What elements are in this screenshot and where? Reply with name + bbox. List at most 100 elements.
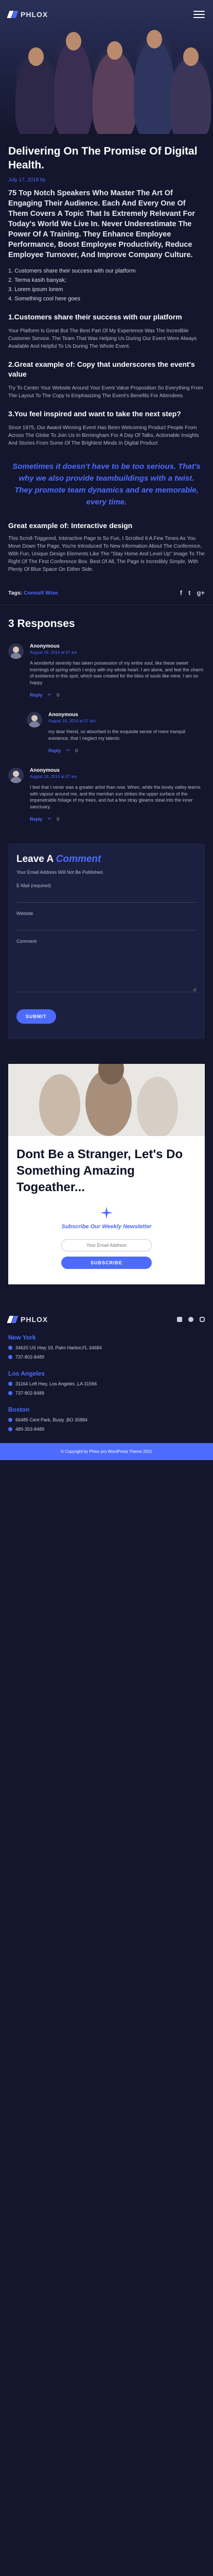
submit-button[interactable]: SUBMIT xyxy=(16,1009,56,1024)
top-bar: PHLOX xyxy=(0,0,213,29)
section-text: Your Platform Is Great But The Best Part… xyxy=(8,328,197,349)
location-icon xyxy=(8,1346,12,1350)
facebook-icon[interactable]: f xyxy=(180,589,182,597)
footer-logo[interactable]: PHLOX xyxy=(7,1315,48,1324)
list-item: 4. Something cool here goes xyxy=(8,296,81,302)
avatar xyxy=(8,643,24,659)
logo-text: PHLOX xyxy=(21,10,48,19)
facebook-icon[interactable] xyxy=(177,1317,182,1322)
comments-section: 3 Responses Anonymous August 18, 2014 at… xyxy=(0,605,213,829)
comment-text: I feel that I never was a greater artist… xyxy=(30,785,201,809)
comment-textarea[interactable] xyxy=(16,946,197,992)
responses-title: 3 Responses xyxy=(8,618,75,630)
newsletter-card: Dont Be a Stranger, Let's Do Something A… xyxy=(8,1064,205,1284)
website-field[interactable] xyxy=(16,918,197,930)
list-item: 3. Lorem ipsum lorem xyxy=(8,286,63,293)
comment-author: Anonymous xyxy=(48,712,78,718)
tags-label: Tags: xyxy=(8,589,23,596)
twitter-icon[interactable] xyxy=(188,1317,193,1322)
reply-button[interactable]: Reply xyxy=(30,692,43,698)
comment-label: Comment xyxy=(16,939,37,944)
comment-form: Leave A Comment Your Email Address Will … xyxy=(8,843,205,1039)
office-city: Los Angeles xyxy=(8,1370,45,1377)
comment-form-note: Your Email Address Will Not Be Published… xyxy=(16,870,104,875)
footer-logo-text: PHLOX xyxy=(21,1315,48,1324)
pull-quote: Sometimes it doesn't have to be too seri… xyxy=(12,462,201,506)
comment-form-title-prefix: Leave A xyxy=(16,854,56,865)
comment-form-title-accent: Comment xyxy=(56,854,101,865)
newsletter-title: Dont Be a Stranger, Let's Do Something A… xyxy=(16,1147,183,1194)
instagram-icon[interactable] xyxy=(200,1317,205,1322)
reply-button[interactable]: Reply xyxy=(48,748,61,753)
comment-text: my dear friend, so absorbed in the exqui… xyxy=(48,729,186,741)
website-label: Website xyxy=(16,911,33,916)
office-address: 34620 US Hwy 19, Palm Harbor,FL 34684 xyxy=(15,1345,102,1350)
phlox-logo-icon xyxy=(7,1316,19,1323)
comment-author: Anonymous xyxy=(30,768,60,773)
section-text: Try To Center Your Website Around Your E… xyxy=(8,385,203,399)
phone-icon xyxy=(8,1355,12,1359)
site-logo[interactable]: PHLOX xyxy=(7,10,48,19)
menu-icon[interactable] xyxy=(193,11,205,18)
reply-arrow-icon: ↩ xyxy=(47,816,52,821)
section-heading: 2.Great example of: Copy that underscore… xyxy=(8,360,195,378)
share-links: f t g+ xyxy=(180,589,205,597)
newsletter-image xyxy=(8,1064,205,1136)
google-plus-icon[interactable]: g+ xyxy=(197,589,205,597)
tags: Tags: Consult Wise xyxy=(8,590,58,596)
comment-date[interactable]: August 18, 2014 at 07 am xyxy=(30,774,205,779)
post-date[interactable]: July 17, 2018 by xyxy=(8,177,205,183)
comment-form-title: Leave A Comment xyxy=(16,854,197,865)
avatar xyxy=(8,768,24,783)
reply-button[interactable]: Reply xyxy=(30,817,43,822)
comment: Anonymous August 18, 2014 at 07 am I fee… xyxy=(0,760,213,829)
site-header: PHLOX xyxy=(0,0,213,134)
reply-count: 0 xyxy=(57,816,60,822)
comment-author: Anonymous xyxy=(30,643,60,649)
site-footer: PHLOX New York 34620 US Hwy 19, Palm Har… xyxy=(0,1303,213,1460)
social-icons xyxy=(177,1317,205,1322)
comment-text: A wonderful serenity has taken possessio… xyxy=(30,660,204,685)
location-icon xyxy=(8,1418,12,1422)
tag-share-row: Tags: Consult Wise f t g+ xyxy=(0,581,213,605)
section-heading: Great example of: Interactive design xyxy=(8,521,133,530)
sparkle-icon xyxy=(100,1206,113,1219)
avatar xyxy=(27,712,42,727)
lead-list: 1. Customers share their success with ou… xyxy=(8,267,205,303)
subscribe-button[interactable]: SUBSCRIBE xyxy=(61,1257,152,1269)
reply-arrow-icon: ↩ xyxy=(66,748,70,753)
office-phone[interactable]: 737-802-8489 xyxy=(15,1391,44,1396)
office-phone[interactable]: 737-802-8489 xyxy=(15,1354,44,1360)
comment: Anonymous August 18, 2014 at 07 am A won… xyxy=(0,636,213,705)
section-text: This Scroll-Triggered, Interactive Page … xyxy=(8,536,205,572)
copyright-bar: © Copyright by Phlox pro WordPress Theme… xyxy=(0,1443,213,1460)
newsletter-email-input[interactable] xyxy=(61,1239,152,1251)
article: Delivering On The Promise Of Digital Hea… xyxy=(0,134,213,573)
comment-date[interactable]: August 18, 2014 at 07 am xyxy=(48,719,205,723)
reply-count: 0 xyxy=(75,748,78,753)
office-city: Boston xyxy=(8,1406,30,1413)
reply-arrow-icon: ↩ xyxy=(47,692,52,697)
phone-icon xyxy=(8,1427,12,1431)
office-city: New York xyxy=(8,1334,36,1341)
section-text: Since 1975, Our Award-Winning Event Has … xyxy=(8,425,199,446)
office-los-angeles: Los Angeles 31164 Loft Hwy, Los Angeles … xyxy=(8,1370,205,1396)
twitter-icon[interactable]: t xyxy=(188,589,190,597)
email-field[interactable] xyxy=(16,890,197,903)
office-address: 31164 Loft Hwy, Los Angeles ,LA 31566 xyxy=(15,1381,97,1386)
list-item: 2. Terma kasih banyak; xyxy=(8,277,66,283)
office-address: 66485 Cent Park, Busly ,BO 35884 xyxy=(15,1417,88,1422)
reply-count: 0 xyxy=(57,692,60,698)
section-heading: 1.Customers share their success with our… xyxy=(8,313,182,321)
location-icon xyxy=(8,1382,12,1386)
email-label: E-Mail (required) xyxy=(16,883,51,888)
newsletter-subtitle: Subscribe Our Weekly Newsletter xyxy=(61,1224,152,1230)
lead-paragraph: 75 Top Notch Speakers Who Master The Art… xyxy=(8,189,195,259)
page-title: Delivering On The Promise Of Digital Hea… xyxy=(8,145,198,171)
office-new-york: New York 34620 US Hwy 19, Palm Harbor,FL… xyxy=(8,1334,205,1360)
tag-link[interactable]: Consult Wise xyxy=(24,590,58,596)
comment-date[interactable]: August 18, 2014 at 07 am xyxy=(30,650,205,655)
office-boston: Boston 66485 Cent Park, Busly ,BO 35884 … xyxy=(8,1406,205,1432)
office-phone[interactable]: 489-353-8489 xyxy=(15,1427,44,1432)
list-item: 1. Customers share their success with ou… xyxy=(8,268,136,274)
